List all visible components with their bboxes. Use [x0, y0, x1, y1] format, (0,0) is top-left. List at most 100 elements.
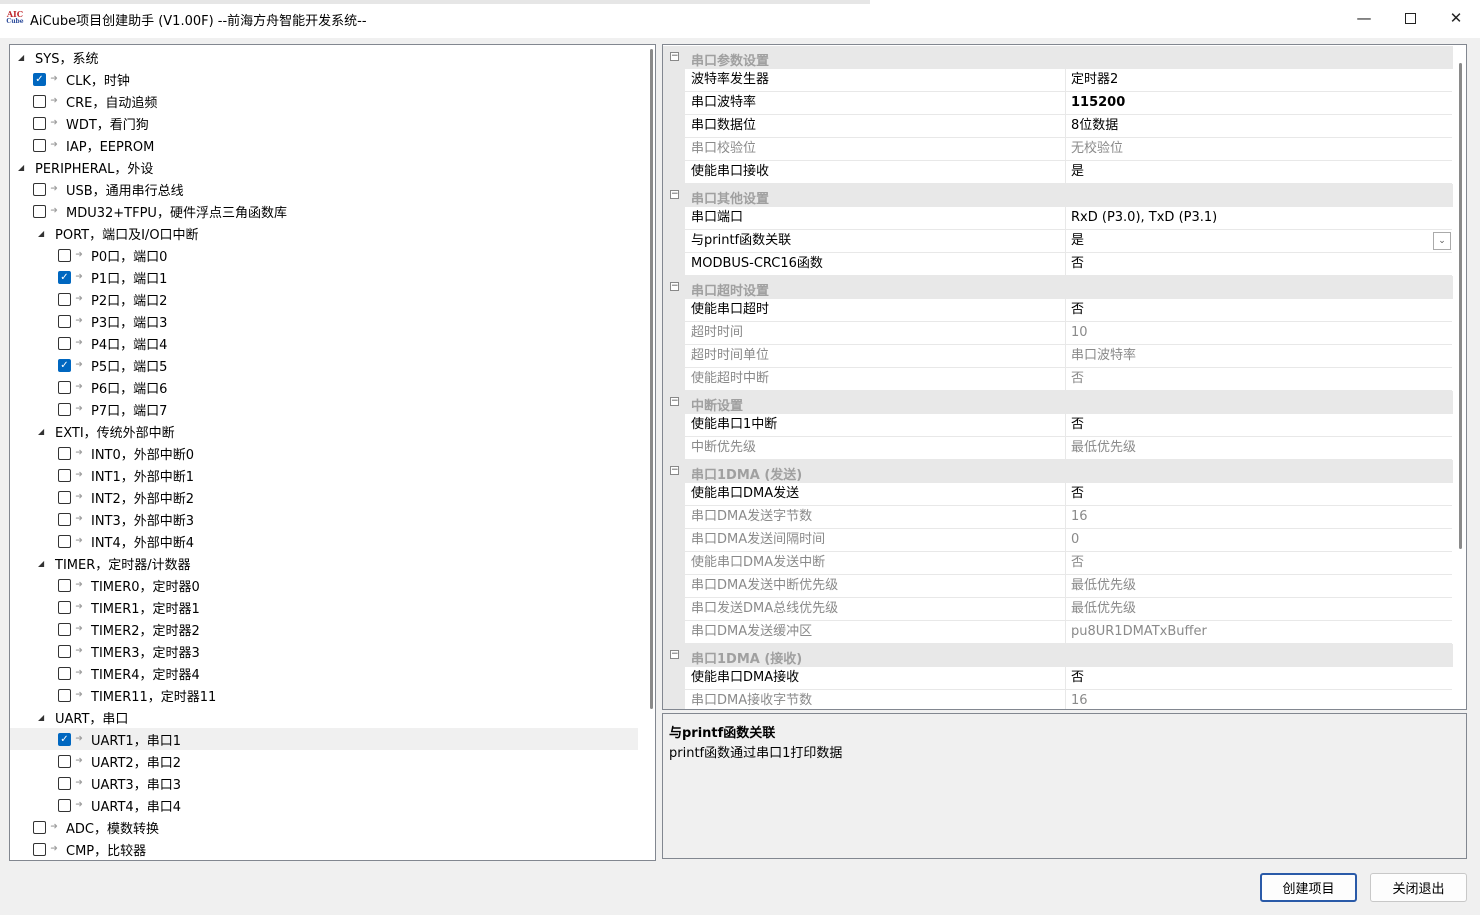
tree-scrollbar-thumb[interactable]	[650, 49, 653, 709]
property-row[interactable]: 使能串口DMA接收否	[663, 667, 1453, 690]
tree-item-checkbox[interactable]	[58, 578, 71, 592]
tree-item-checkbox[interactable]: ✓	[58, 358, 71, 372]
tree-item-checkbox[interactable]	[58, 336, 71, 350]
tree-item[interactable]: ✓ ➜ P1口，端口1	[10, 266, 638, 288]
tree-item[interactable]: ➜ UART4，串口4	[10, 794, 638, 816]
tree-item[interactable]: ➜ WDT，看门狗	[10, 112, 638, 134]
tree-item[interactable]: ➜ INT3，外部中断3	[10, 508, 638, 530]
tree-item-checkbox[interactable]	[58, 534, 71, 548]
property-value[interactable]: 8位数据	[1066, 115, 1452, 138]
tree-item[interactable]: ➜ P0口，端口0	[10, 244, 638, 266]
property-category[interactable]: − 串口其他设置	[663, 184, 1453, 207]
tree-item[interactable]: ➜ P3口，端口3	[10, 310, 638, 332]
tree-item[interactable]: ➜ P7口，端口7	[10, 398, 638, 420]
tree-item-checkbox[interactable]	[58, 754, 71, 768]
tree-item[interactable]: ➜ IAP，EEPROM	[10, 134, 638, 156]
property-row[interactable]: 使能串口DMA发送否	[663, 483, 1453, 506]
property-scrollbar[interactable]	[1455, 45, 1466, 709]
property-row[interactable]: 使能串口DMA发送中断否	[663, 552, 1453, 575]
tree-item[interactable]: ✓ ➜ P5口，端口5	[10, 354, 638, 376]
tree-item[interactable]: ➜ TIMER3，定时器3	[10, 640, 638, 662]
tree-item[interactable]: ➜ UART2，串口2	[10, 750, 638, 772]
tree-item-checkbox[interactable]	[33, 138, 46, 152]
tree-item[interactable]: ➜ INT1，外部中断1	[10, 464, 638, 486]
property-row[interactable]: 串口DMA发送间隔时间 0	[663, 529, 1453, 552]
create-project-button[interactable]: 创建项目	[1260, 873, 1357, 902]
property-row[interactable]: 串口DMA发送缓冲区 pu8UR1DMATxBuffer	[663, 621, 1453, 644]
maximize-button[interactable]	[1387, 0, 1433, 36]
tree-item-checkbox[interactable]	[58, 402, 71, 416]
tree-item-checkbox[interactable]: ✓	[33, 72, 46, 86]
property-value[interactable]: 定时器2	[1066, 69, 1452, 92]
expand-collapse-icon[interactable]: ◢	[38, 559, 50, 568]
close-exit-button[interactable]: 关闭退出	[1370, 873, 1467, 902]
property-value[interactable]: 否	[1066, 483, 1452, 506]
tree-item-checkbox[interactable]	[33, 842, 46, 856]
property-row[interactable]: 串口发送DMA总线优先级 最低优先级	[663, 598, 1453, 621]
tree-item-checkbox[interactable]	[58, 600, 71, 614]
tree-item[interactable]: ✓ ➜ UART1，串口1	[10, 728, 638, 750]
property-row[interactable]: 波特率发生器 定时器2	[663, 69, 1453, 92]
property-category[interactable]: − 串口超时设置	[663, 276, 1453, 299]
collapse-icon[interactable]: −	[670, 52, 679, 61]
property-value[interactable]: 是 ⌄	[1066, 230, 1452, 253]
expand-collapse-icon[interactable]: ◢	[18, 53, 30, 62]
property-row[interactable]: 串口端口 RxD (P3.0), TxD (P3.1)	[663, 207, 1453, 230]
tree-item-checkbox[interactable]	[58, 512, 71, 526]
tree-item-checkbox[interactable]: ✓	[58, 270, 71, 284]
close-window-button[interactable]: ✕	[1433, 0, 1479, 36]
tree-item[interactable]: ➜ INT0，外部中断0	[10, 442, 638, 464]
property-category[interactable]: − 中断设置	[663, 391, 1453, 414]
tree-item-checkbox[interactable]	[58, 446, 71, 460]
property-row[interactable]: 串口数据位 8位数据	[663, 115, 1453, 138]
tree-item-checkbox[interactable]	[58, 798, 71, 812]
collapse-icon[interactable]: −	[670, 190, 679, 199]
property-row[interactable]: 串口DMA接收字节数 16	[663, 690, 1453, 709]
property-value[interactable]: 否	[1066, 667, 1452, 690]
tree-item-checkbox[interactable]	[33, 820, 46, 834]
property-value[interactable]: 115200	[1066, 92, 1452, 115]
property-row[interactable]: MODBUS-CRC16函数否	[663, 253, 1453, 276]
collapse-icon[interactable]: −	[670, 466, 679, 475]
property-row[interactable]: 与printf函数关联是 ⌄	[663, 230, 1453, 253]
tree-item-checkbox[interactable]	[58, 380, 71, 394]
tree-item[interactable]: ➜ P2口，端口2	[10, 288, 638, 310]
tree-item[interactable]: ➜ TIMER0，定时器0	[10, 574, 638, 596]
tree-item[interactable]: ➜ P6口，端口6	[10, 376, 638, 398]
tree-item[interactable]: ➜ INT4，外部中断4	[10, 530, 638, 552]
property-row[interactable]: 串口校验位 无校验位	[663, 138, 1453, 161]
tree-group[interactable]: ◢ PERIPHERAL，外设	[10, 156, 638, 178]
expand-collapse-icon[interactable]: ◢	[38, 229, 50, 238]
property-grid[interactable]: − 串口参数设置 波特率发生器 定时器2 串口波特率 115200 串口数据位 8位数据 串口校…	[662, 44, 1467, 710]
minimize-button[interactable]: —	[1341, 0, 1387, 36]
property-value[interactable]: 否	[1066, 414, 1452, 437]
tree-group[interactable]: ◢ UART，串口	[10, 706, 638, 728]
expand-collapse-icon[interactable]: ◢	[18, 163, 30, 172]
tree-item-checkbox[interactable]	[33, 116, 46, 130]
tree-item[interactable]: ➜ INT2，外部中断2	[10, 486, 638, 508]
property-row[interactable]: 使能串口超时否	[663, 299, 1453, 322]
property-scrollbar-thumb[interactable]	[1459, 63, 1462, 549]
tree-item-checkbox[interactable]	[58, 644, 71, 658]
tree-item[interactable]: ➜ CMP，比较器	[10, 838, 638, 860]
property-row[interactable]: 使能串口1中断否	[663, 414, 1453, 437]
property-row[interactable]: 串口DMA发送字节数 16	[663, 506, 1453, 529]
property-category[interactable]: − 串口1DMA (接收)	[663, 644, 1453, 667]
property-row[interactable]: 串口DMA发送中断优先级 最低优先级	[663, 575, 1453, 598]
tree-item[interactable]: ➜ USB，通用串行总线	[10, 178, 638, 200]
tree-item-checkbox[interactable]	[33, 94, 46, 108]
tree-group[interactable]: ◢ EXTI，传统外部中断	[10, 420, 638, 442]
property-row[interactable]: 使能串口接收是	[663, 161, 1453, 184]
collapse-icon[interactable]: −	[670, 397, 679, 406]
tree-item[interactable]: ➜ ADC，模数转换	[10, 816, 638, 838]
property-value[interactable]: 否	[1066, 253, 1452, 276]
tree-group[interactable]: ◢ PORT，端口及I/O口中断	[10, 222, 638, 244]
tree-item-checkbox[interactable]	[33, 204, 46, 218]
tree-item[interactable]: ➜ MDU32+TFPU，硬件浮点三角函数库	[10, 200, 638, 222]
tree-group[interactable]: ◢ SYS，系统	[10, 46, 638, 68]
tree-item-checkbox[interactable]: ✓	[58, 732, 71, 746]
tree-item-checkbox[interactable]	[58, 688, 71, 702]
tree-item-checkbox[interactable]	[33, 182, 46, 196]
expand-collapse-icon[interactable]: ◢	[38, 427, 50, 436]
tree-item[interactable]: ➜ TIMER2，定时器2	[10, 618, 638, 640]
